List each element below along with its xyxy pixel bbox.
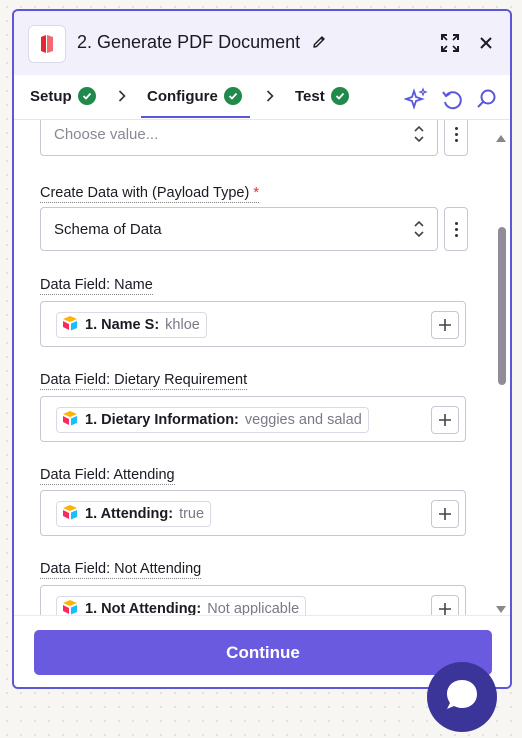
step-tabs: Setup Configure Test <box>14 75 510 120</box>
mapped-value-pill[interactable]: 1. Attending: true <box>56 501 212 527</box>
airtable-icon <box>61 599 79 615</box>
pdf-app-logo <box>28 25 66 63</box>
ai-sparkle-icon[interactable] <box>403 87 428 111</box>
add-button[interactable] <box>431 311 459 339</box>
tab-configure[interactable]: Configure <box>147 87 242 105</box>
chevron-updown-icon <box>413 125 425 147</box>
chevron-right-icon <box>118 89 126 105</box>
airtable-icon <box>61 315 79 335</box>
more-options-button[interactable] <box>444 120 468 156</box>
scroll-up-arrow-icon[interactable] <box>496 129 506 147</box>
configure-form[interactable]: Choose value... Create Data with (Payloa… <box>14 120 510 615</box>
payload-type-label: Create Data with (Payload Type) * <box>40 185 259 203</box>
not-attending-field-label: Data Field: Not Attending <box>40 561 202 579</box>
tab-setup-label: Setup <box>30 87 72 105</box>
check-icon <box>330 87 349 105</box>
check-icon <box>223 87 242 105</box>
undo-icon[interactable] <box>440 87 464 111</box>
tab-configure-label: Configure <box>147 87 218 105</box>
chevron-right-icon <box>266 89 274 105</box>
tab-setup[interactable]: Setup <box>30 87 96 105</box>
pill-value: veggies and salad <box>244 412 362 428</box>
chat-support-button[interactable] <box>427 662 497 732</box>
value-select-placeholder: Choose value... <box>54 125 159 143</box>
payload-type-select[interactable]: Schema of Data <box>40 207 438 251</box>
required-marker: * <box>253 185 259 201</box>
tab-test-label: Test <box>295 87 325 105</box>
pill-value: khloe <box>165 317 200 333</box>
more-options-button[interactable] <box>444 207 468 251</box>
pill-key: 1. Name S: <box>85 317 160 333</box>
payload-type-value: Schema of Data <box>54 220 162 238</box>
search-icon[interactable] <box>474 87 498 111</box>
step-title: 2. Generate PDF Document <box>77 32 301 52</box>
pill-value: true <box>179 506 205 522</box>
pill-key: 1. Not Attending: <box>85 601 202 615</box>
airtable-icon <box>61 504 79 524</box>
dietary-field-input[interactable]: 1. Dietary Information: veggies and sala… <box>40 396 466 442</box>
add-button[interactable] <box>431 500 459 528</box>
expand-icon[interactable] <box>438 31 462 55</box>
attending-field-input[interactable]: 1. Attending: true <box>40 490 466 536</box>
pill-value: Not applicable <box>207 601 300 615</box>
active-tab-indicator <box>141 116 250 118</box>
panel-header: 2. Generate PDF Document <box>14 11 510 75</box>
scrollbar-thumb[interactable] <box>498 227 506 385</box>
mapped-value-pill[interactable]: 1. Not Attending: Not applicable <box>56 596 307 615</box>
airtable-icon <box>61 410 79 430</box>
value-select[interactable]: Choose value... <box>40 120 438 156</box>
name-field-input[interactable]: 1. Name S: khloe <box>40 301 466 347</box>
name-field-label: Data Field: Name <box>40 277 153 295</box>
dietary-field-label: Data Field: Dietary Requirement <box>40 372 248 390</box>
pill-key: 1. Dietary Information: <box>85 412 239 428</box>
tab-test[interactable]: Test <box>295 87 349 105</box>
add-button[interactable] <box>431 595 459 615</box>
pill-key: 1. Attending: <box>85 506 174 522</box>
step-panel: 2. Generate PDF Document Setup Configure <box>12 9 512 689</box>
mapped-value-pill[interactable]: 1. Name S: khloe <box>56 312 207 338</box>
chat-icon <box>443 676 481 719</box>
attending-field-label: Data Field: Attending <box>40 467 175 485</box>
mapped-value-pill[interactable]: 1. Dietary Information: veggies and sala… <box>56 407 369 433</box>
add-button[interactable] <box>431 406 459 434</box>
pencil-icon[interactable] <box>311 34 327 55</box>
close-icon[interactable] <box>474 31 498 55</box>
not-attending-field-input[interactable]: 1. Not Attending: Not applicable <box>40 585 466 615</box>
chevron-updown-icon <box>413 220 425 242</box>
check-icon <box>77 87 96 105</box>
continue-button[interactable]: Continue <box>34 630 492 675</box>
